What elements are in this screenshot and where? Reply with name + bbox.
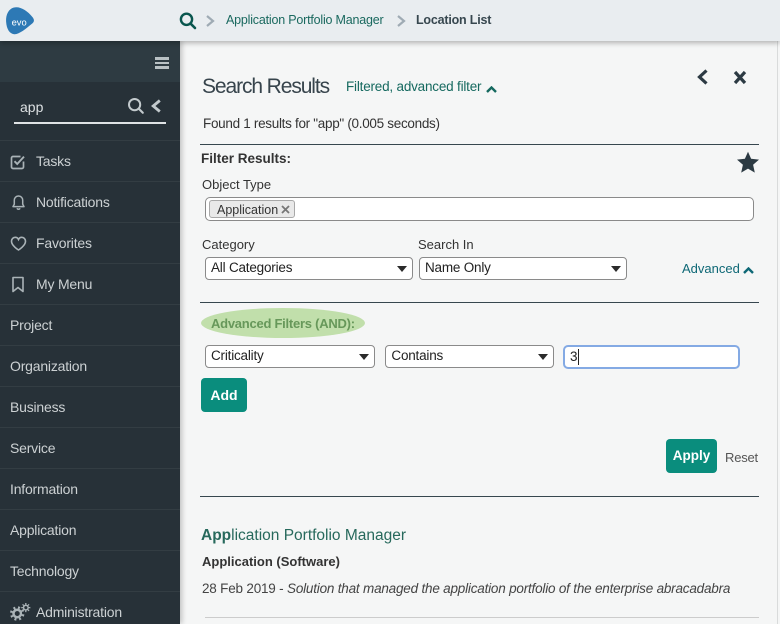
svg-text:evo: evo	[12, 16, 27, 27]
